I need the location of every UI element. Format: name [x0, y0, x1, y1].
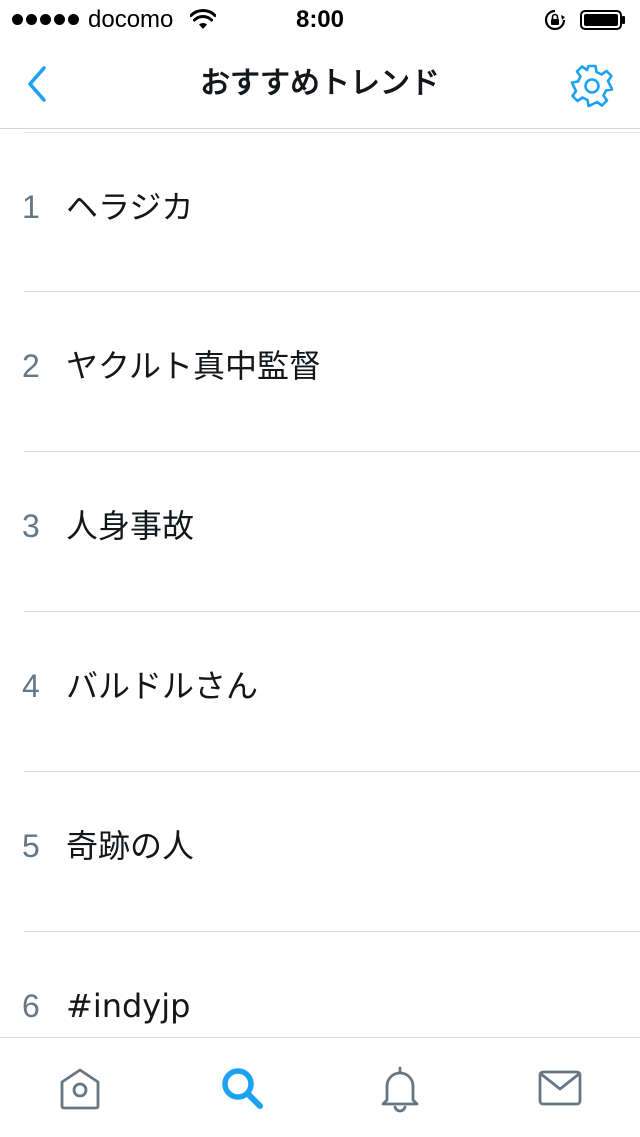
home-icon [60, 1068, 100, 1110]
trend-list: 1 ヘラジカ 2 ヤクルト真中監督 3 人身事故 4 バルドルさん 5 奇跡の人… [0, 133, 640, 1037]
trend-rank: 6 [22, 988, 40, 1024]
battery-icon [580, 10, 625, 30]
trend-rank: 4 [22, 668, 40, 704]
back-button[interactable] [20, 62, 60, 106]
tab-messages[interactable] [534, 1062, 586, 1114]
status-bar: docomo 8:00 [0, 0, 640, 40]
trend-name: バルドルさん [66, 667, 259, 705]
nav-bar: おすすめトレンド [0, 40, 640, 129]
trend-item[interactable]: 4 バルドルさん [0, 612, 640, 772]
trend-item[interactable]: 2 ヤクルト真中監督 [0, 292, 640, 452]
rotation-lock-icon [544, 9, 566, 31]
settings-button[interactable] [568, 62, 616, 110]
trend-name: #indyjp [66, 987, 191, 1025]
trend-item[interactable]: 3 人身事故 [0, 452, 640, 612]
search-icon [222, 1068, 263, 1109]
trend-rank: 1 [22, 189, 40, 225]
trend-item[interactable]: 1 ヘラジカ [0, 133, 640, 292]
page-title: おすすめトレンド [200, 66, 440, 101]
trend-rank: 3 [22, 508, 40, 544]
tab-search[interactable] [216, 1062, 268, 1114]
trend-item[interactable]: 6 #indyjp [0, 932, 640, 1037]
tab-bar [0, 1037, 640, 1137]
trend-name: ヤクルト真中監督 [66, 347, 322, 385]
trend-name: 人身事故 [66, 507, 195, 545]
chevron-left-icon [28, 66, 46, 102]
tab-home[interactable] [54, 1062, 106, 1114]
trend-rank: 2 [22, 348, 40, 384]
trend-name: ヘラジカ [66, 188, 194, 226]
mail-icon [538, 1070, 582, 1106]
gear-icon [570, 64, 614, 108]
trend-rank: 5 [22, 828, 40, 864]
bell-icon [381, 1066, 419, 1113]
tab-notifications[interactable] [374, 1062, 426, 1114]
trend-item[interactable]: 5 奇跡の人 [0, 772, 640, 932]
trend-name: 奇跡の人 [66, 827, 195, 865]
